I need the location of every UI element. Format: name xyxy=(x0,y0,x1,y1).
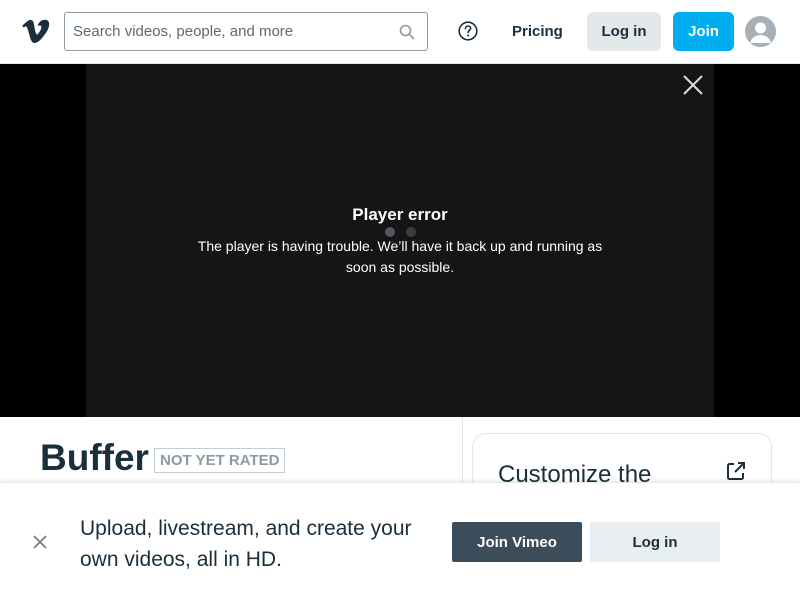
video-player[interactable]: Player error The player is having troubl… xyxy=(0,64,800,417)
player-error-title: Player error xyxy=(352,205,448,224)
banner-login-button[interactable]: Log in xyxy=(590,522,720,562)
user-avatar-icon[interactable] xyxy=(745,16,776,47)
player-error-message: The player is having trouble. We’ll have… xyxy=(197,238,603,275)
vimeo-logo-icon[interactable] xyxy=(22,18,50,46)
close-icon[interactable] xyxy=(682,74,704,96)
pricing-link[interactable]: Pricing xyxy=(500,12,575,51)
help-icon[interactable] xyxy=(458,21,478,41)
external-link-icon[interactable] xyxy=(725,460,747,482)
signup-banner: Upload, livestream, and create your own … xyxy=(0,482,800,600)
column-divider xyxy=(462,417,463,487)
rating-badge: NOT YET RATED xyxy=(154,448,286,473)
close-icon[interactable] xyxy=(31,533,49,551)
search-input[interactable] xyxy=(73,13,383,50)
search-icon[interactable] xyxy=(399,24,415,40)
search-box[interactable] xyxy=(64,12,428,51)
video-title: Buffer xyxy=(40,437,149,478)
join-button[interactable]: Join xyxy=(673,12,734,51)
top-nav: Pricing Log in Join xyxy=(0,0,800,64)
login-button[interactable]: Log in xyxy=(587,12,661,51)
join-vimeo-button[interactable]: Join Vimeo xyxy=(452,522,582,562)
banner-message: Upload, livestream, and create your own … xyxy=(80,517,412,571)
